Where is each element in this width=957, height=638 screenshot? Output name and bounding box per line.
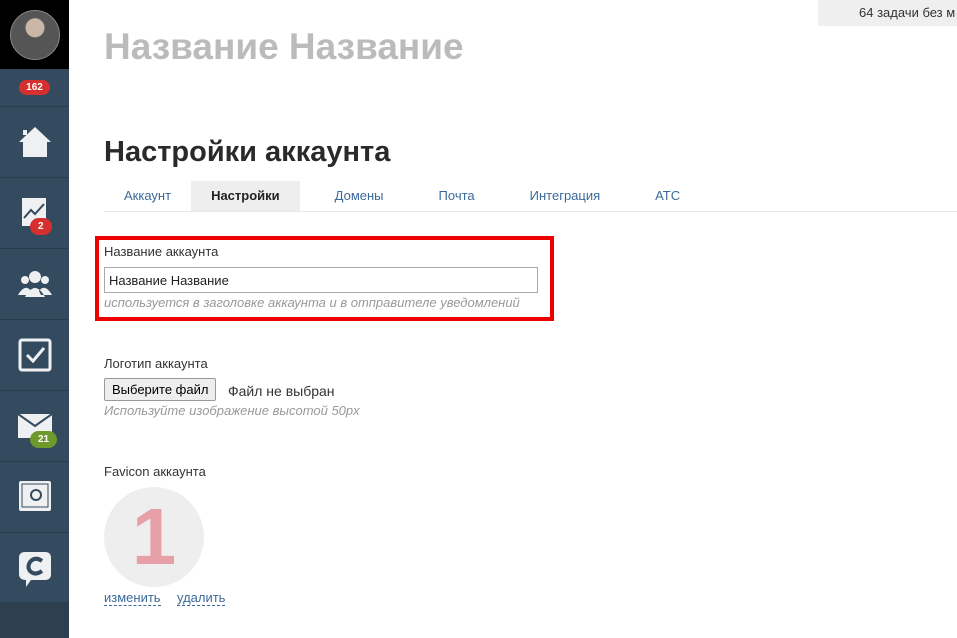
sidebar-item-analytics[interactable]: 2: [0, 178, 69, 249]
safe-icon: [18, 481, 51, 511]
favicon-label: Favicon аккаунта: [104, 464, 206, 479]
tab-account[interactable]: Аккаунт: [104, 181, 191, 211]
settings-tabs: Аккаунт Настройки Домены Почта Интеграци…: [104, 181, 957, 212]
sidebar-footer: [0, 602, 69, 638]
avatar[interactable]: [9, 9, 60, 60]
logo-label: Логотип аккаунта: [104, 356, 208, 371]
tab-domains[interactable]: Домены: [315, 181, 404, 211]
tab-integration[interactable]: Интеграция: [510, 181, 621, 211]
favicon-preview: 1: [104, 487, 204, 587]
checkbox-icon: [18, 338, 51, 372]
analytics-badge: 2: [30, 218, 52, 235]
change-favicon-link[interactable]: изменить: [104, 590, 161, 606]
sidebar-item-tasks[interactable]: [0, 320, 69, 391]
avatar-area: [0, 0, 69, 69]
tab-pbx[interactable]: АТС: [635, 181, 700, 211]
users-icon: [17, 271, 52, 297]
page-title: Настройки аккаунта: [104, 136, 391, 168]
sidebar-item-home[interactable]: [0, 107, 69, 178]
account-name-heading: Название Название: [104, 26, 464, 67]
account-name-hint: используется в заголовке аккаунта и в от…: [104, 295, 520, 310]
tasks-notice[interactable]: 64 задачи без м: [818, 0, 957, 26]
sidebar-item-contacts[interactable]: [0, 249, 69, 320]
tab-settings[interactable]: Настройки: [191, 181, 300, 211]
sidebar-item-chat[interactable]: [0, 533, 69, 604]
chat-logo-icon: [18, 551, 51, 587]
notifications-badge[interactable]: 162: [19, 80, 50, 95]
account-name-label: Название аккаунта: [104, 244, 219, 259]
sidebar-item-mail[interactable]: 21: [0, 391, 69, 462]
choose-file-button[interactable]: Выберите файл: [104, 378, 217, 401]
sidebar: 162 2 21: [0, 0, 69, 638]
account-name-input[interactable]: [104, 267, 538, 293]
home-icon: [18, 127, 51, 157]
notifications-row: 162: [0, 69, 69, 107]
delete-favicon-link[interactable]: удалить: [177, 590, 226, 606]
tab-mail[interactable]: Почта: [419, 181, 495, 211]
sidebar-item-safe[interactable]: [0, 462, 69, 533]
logo-hint: Используйте изображение высотой 50px: [104, 403, 360, 418]
file-status: Файл не выбран: [228, 383, 335, 399]
mail-badge: 21: [30, 431, 58, 448]
